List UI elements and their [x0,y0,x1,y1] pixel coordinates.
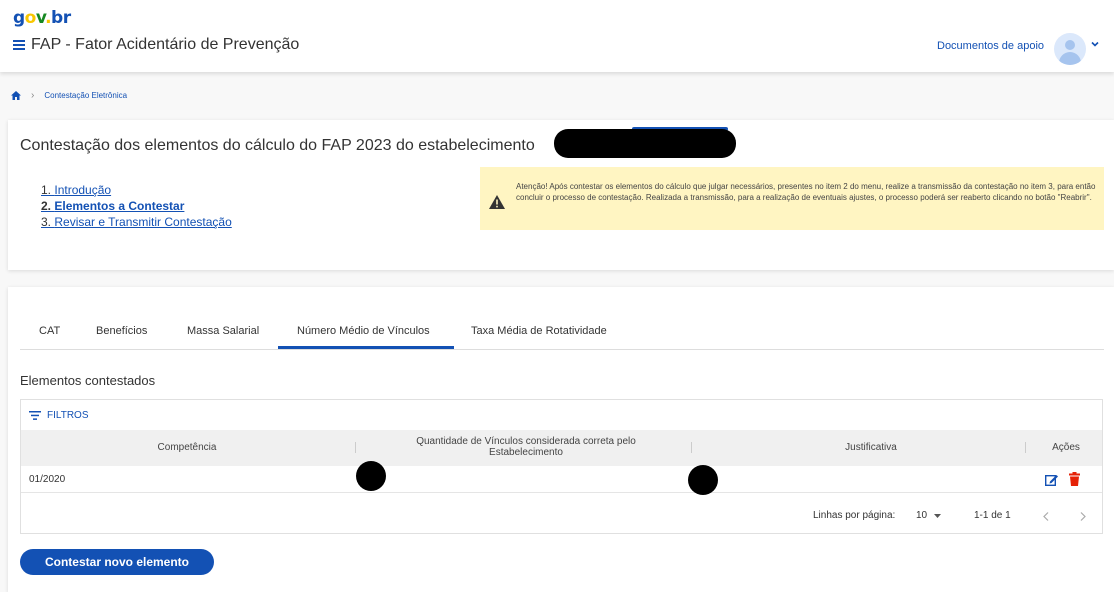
breadcrumb-current[interactable]: Contestação Eletrônica [44,91,127,100]
tab-beneficios[interactable]: Benefícios [96,325,147,337]
elements-card: CAT Benefícios Massa Salarial Número Méd… [8,287,1114,592]
redaction-dot [688,465,718,495]
chevron-right-icon[interactable] [1080,512,1086,521]
caret-down-icon [933,514,941,518]
contestar-novo-elemento-button[interactable]: Contestar novo elemento [20,549,214,575]
tab-taxa-media-rotatividade[interactable]: Taxa Média de Rotatividade [471,325,607,337]
contestation-card: Contestação dos elementos do cálculo do … [8,120,1114,270]
cell-competencia: 01/2020 [29,474,66,485]
chevron-down-icon[interactable] [1091,40,1099,48]
pagination-range: 1-1 de 1 [974,510,1011,521]
edit-icon[interactable] [1045,473,1059,486]
filter-icon [29,411,41,420]
filters-button[interactable]: FILTROS [29,410,88,421]
tab-cat[interactable]: CAT [39,325,60,337]
column-separator [691,442,692,453]
avatar-body [1059,52,1081,65]
column-header-quantidade[interactable]: Quantidade de Vínculos considerada corre… [381,436,671,458]
filters-label: FILTROS [47,410,89,421]
column-header-competencia[interactable]: Competência [21,442,353,453]
avatar[interactable] [1054,33,1086,65]
top-header: gov.br FAP - Fator Acidentário de Preven… [0,0,1114,72]
warning-alert: Atenção! Após contestar os elementos do … [480,167,1104,230]
redaction-block [554,129,736,158]
section-title: Elementos contestados [20,373,156,388]
warning-text: Atenção! Após contestar os elementos do … [516,182,1096,202]
govbr-logo[interactable]: gov.br [13,8,71,28]
tab-massa-salarial[interactable]: Massa Salarial [187,325,259,337]
menu-icon[interactable] [13,40,25,50]
column-header-justificativa[interactable]: Justificativa [711,442,1031,453]
home-icon[interactable] [11,91,21,100]
column-separator [1025,442,1026,453]
warning-icon [489,195,505,209]
table-row: 01/2020 [21,461,1102,495]
rows-per-page-select[interactable]: 10 [916,510,941,521]
steps-list: 1. Introdução 2. Elementos a Contestar 3… [41,182,232,230]
app-title-text: FAP - Fator Acidentário de Prevenção [31,36,300,53]
column-separator [355,442,356,453]
tabs: CAT Benefícios Massa Salarial Número Méd… [20,315,1104,350]
active-tab-indicator [278,346,454,349]
step-elementos[interactable]: 2. Elementos a Contestar [41,198,232,214]
trash-icon[interactable] [1069,472,1080,486]
breadcrumb: › Contestação Eletrônica [11,90,127,101]
step-revisar[interactable]: 3. Revisar e Transmitir Contestação [41,214,232,230]
rows-per-page-value: 10 [916,510,928,521]
step-introducao[interactable]: 1. Introdução [41,182,232,198]
avatar-head [1065,40,1075,50]
docs-link[interactable]: Documentos de apoio [937,40,1044,52]
rows-per-page-label: Linhas por página: [813,510,896,521]
elements-table: FILTROS Competência Quantidade de Víncul… [20,399,1103,534]
page-title: Contestação dos elementos do cálculo do … [20,137,535,154]
tab-numero-medio-vinculos[interactable]: Número Médio de Vínculos [297,325,430,337]
redaction-dot [356,461,386,491]
chevron-left-icon[interactable] [1043,512,1049,521]
app-title: FAP - Fator Acidentário de Prevenção [13,36,299,54]
column-header-acoes: Ações [1052,442,1080,453]
table-header: Competência Quantidade de Vínculos consi… [21,430,1102,466]
breadcrumb-separator-icon: › [31,90,35,101]
